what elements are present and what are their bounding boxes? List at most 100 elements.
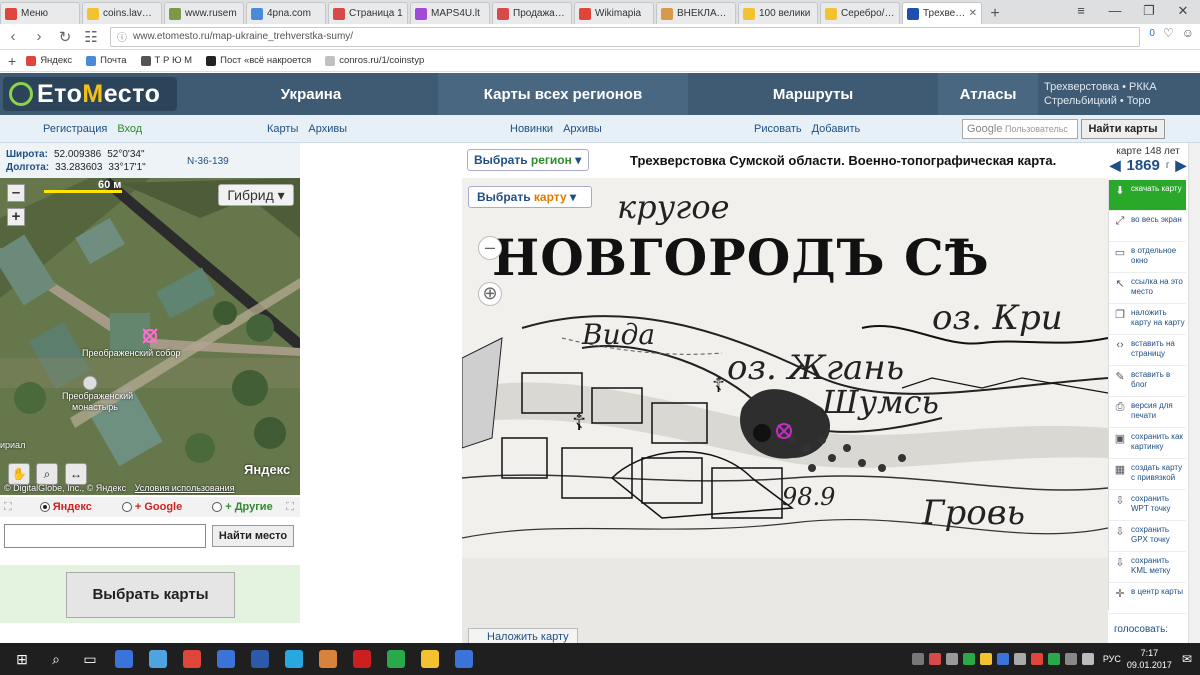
map-action-item[interactable]: ▦ создать карту с привязкой [1109, 459, 1186, 490]
back-icon[interactable]: ‹ [0, 28, 26, 45]
search-icon[interactable]: ⌕ [42, 645, 70, 673]
map-action-item[interactable]: ▭ в отдельное окно [1109, 242, 1186, 273]
find-place-button[interactable]: Найти место [212, 525, 294, 547]
zoom-out-button[interactable]: – [7, 184, 25, 202]
close-window-button[interactable]: ✕ [1166, 0, 1200, 22]
close-tab-icon[interactable]: ✕ [969, 8, 977, 19]
browser-tab[interactable]: Меню [0, 2, 80, 24]
map-action-item[interactable]: ❐ наложить карту на карту [1109, 304, 1186, 335]
nav-all-regions[interactable]: Карты всех регионов [438, 73, 688, 115]
notifications-icon[interactable]: ✉ [1182, 652, 1192, 666]
task-view-icon[interactable]: ▭ [76, 645, 104, 673]
archives-link-2[interactable]: Архивы [563, 123, 602, 135]
page-info-icon[interactable]: ⓘ [117, 29, 127, 44]
taskbar-app-icon[interactable] [144, 645, 172, 673]
next-year-icon[interactable]: ▶ [1176, 157, 1187, 174]
nav-atlases[interactable]: Атласы [938, 73, 1038, 115]
expand-icon[interactable]: ⛶ [286, 501, 294, 514]
browser-tab[interactable]: www.rusem [164, 2, 244, 24]
browser-tab[interactable]: Страница 1 [328, 2, 408, 24]
taskbar-app-icon[interactable] [110, 645, 138, 673]
browser-tab[interactable]: 100 велики [738, 2, 818, 24]
add-link[interactable]: Добавить [812, 123, 861, 135]
radio-other[interactable] [212, 502, 223, 512]
taskbar-app-icon[interactable] [416, 645, 444, 673]
map-zoom-out-icon[interactable]: – [478, 236, 502, 260]
bookmark-item[interactable]: Пост «всё накроется [206, 55, 311, 66]
taskbar-app-icon[interactable] [246, 645, 274, 673]
map-action-item[interactable]: ▣ сохранить как картинку [1109, 428, 1186, 459]
taskbar-app-icon[interactable] [280, 645, 308, 673]
browser-tab[interactable]: coins.lave.ru [82, 2, 162, 24]
collapse-icon[interactable]: ⛶ [4, 501, 12, 514]
map-action-item[interactable]: ↖ ссылка на это место [1109, 273, 1186, 304]
browser-tab[interactable]: Трехверсто✕ [902, 2, 982, 24]
maps-link[interactable]: Карты [267, 123, 298, 135]
clock[interactable]: 7:17 09.01.2017 [1127, 647, 1172, 671]
forward-icon[interactable]: › [26, 28, 52, 45]
prev-year-icon[interactable]: ◀ [1110, 157, 1121, 174]
volume-icon[interactable] [1081, 653, 1094, 665]
overlay-map-button[interactable]: Наложить карту [468, 628, 578, 643]
language-indicator[interactable]: РУС [1103, 654, 1121, 664]
choose-maps-button[interactable]: Выбрать карты [66, 572, 235, 618]
bookmark-item[interactable]: Почта [86, 55, 127, 66]
url-field[interactable]: ⓘ www.etomesto.ru/map-ukraine_trehverstk… [110, 26, 1140, 47]
bookmark-item[interactable]: Т Р Ю М [140, 55, 192, 66]
draw-link[interactable]: Рисовать [754, 123, 802, 135]
account-icon[interactable]: ☺ [1182, 26, 1194, 40]
pan-hand-icon[interactable]: ✋ [8, 463, 30, 485]
source-google[interactable]: + Google [121, 501, 182, 513]
taskbar-app-icon[interactable] [348, 645, 376, 673]
atlas-link-row[interactable]: Трехверстовка • РККА [1044, 80, 1157, 94]
adblock-count[interactable]: 0 [1149, 28, 1155, 39]
browser-tab[interactable]: 4pna.com [246, 2, 326, 24]
speed-dial-icon[interactable]: ☷ [78, 28, 104, 46]
map-action-item[interactable]: ✛ в центр карты [1109, 583, 1186, 614]
bookmark-item[interactable]: Яндекс [26, 55, 72, 66]
nav-ukraine[interactable]: Украина [184, 73, 438, 115]
heart-icon[interactable]: ♡ [1163, 26, 1174, 40]
new-tab-button[interactable]: + [984, 4, 1006, 24]
news-link[interactable]: Новинки [510, 123, 553, 135]
terms-link[interactable]: Условия использования [135, 483, 235, 493]
source-yandex[interactable]: Яндекс [39, 501, 92, 513]
tray-icon[interactable] [996, 653, 1009, 665]
maximize-button[interactable]: ❐ [1132, 0, 1166, 22]
browser-tab[interactable]: Wikimapia [574, 2, 654, 24]
select-region-dropdown[interactable]: Выбрать регион ▾ [467, 149, 589, 171]
map-action-item[interactable]: ⇩ сохранить GPX точку [1109, 521, 1186, 552]
tray-icon[interactable] [979, 653, 992, 665]
network-icon[interactable] [1064, 653, 1077, 665]
tray-icon[interactable] [928, 653, 941, 665]
historic-map-viewer[interactable]: ☦ ☦ НОВГОРОДЪ СѢ кругое Вида оз. Жгань о… [462, 178, 1108, 643]
login-link[interactable]: Вход [117, 123, 142, 135]
magnifier-icon[interactable]: ⌕ [36, 463, 58, 485]
radio-yandex[interactable] [39, 502, 50, 512]
map-action-item[interactable]: ✎ вставить в блог [1109, 366, 1186, 397]
page-scrollbar[interactable] [1188, 143, 1200, 643]
reload-icon[interactable]: ↻ [52, 28, 78, 46]
find-maps-button[interactable]: Найти карты [1081, 119, 1165, 139]
taskbar-app-icon[interactable] [178, 645, 206, 673]
start-button-icon[interactable]: ⊞ [8, 645, 36, 673]
google-search-input[interactable]: Google Пользовательс [962, 119, 1078, 139]
map-action-item[interactable]: ⬇ скачать карту [1109, 180, 1186, 211]
ruler-icon[interactable]: ↔ [65, 463, 87, 485]
site-logo[interactable]: ЕтоМесто [3, 77, 177, 111]
tray-icon[interactable] [1030, 653, 1043, 665]
tray-icon[interactable] [1013, 653, 1026, 665]
taskbar-app-icon[interactable] [314, 645, 342, 673]
map-type-select[interactable]: Гибрид ▾ [218, 184, 294, 206]
map-pan-control-icon[interactable]: ⊕ [478, 282, 502, 306]
map-action-item[interactable]: ⎙ версия для печати [1109, 397, 1186, 428]
map-action-item[interactable]: ⤢ во весь экран [1109, 211, 1186, 242]
tray-icon[interactable] [1047, 653, 1060, 665]
bookmark-item[interactable]: conros.ru/1/coinstyp [325, 55, 424, 66]
select-map-dropdown[interactable]: Выбрать карту ▾ [468, 186, 592, 208]
taskbar-app-icon[interactable] [382, 645, 410, 673]
browser-tab[interactable]: MAPS4U.lt [410, 2, 490, 24]
register-link[interactable]: Регистрация [43, 123, 107, 135]
browser-tab[interactable]: ВНЕКЛАССН [656, 2, 736, 24]
satellite-map[interactable]: 60 м – + Гибрид ▾ Преображенский собор П… [0, 178, 300, 495]
